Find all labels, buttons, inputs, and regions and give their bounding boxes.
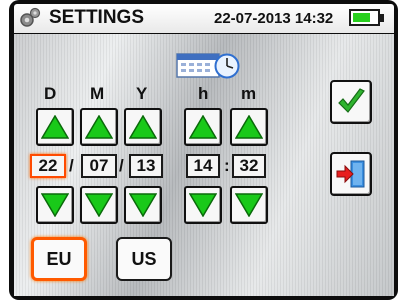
time-separator: : — [224, 156, 230, 175]
header-bar: SETTINGS 22-07-2013 14:32 — [14, 4, 394, 33]
battery-icon — [349, 9, 380, 26]
arrow-down-icon — [85, 193, 113, 217]
hour-down-button[interactable] — [184, 186, 222, 224]
checkmark-icon — [338, 88, 365, 113]
arrow-up-icon — [129, 115, 157, 139]
label-minute: m — [241, 84, 257, 103]
month-value[interactable]: 07 — [81, 154, 117, 178]
minute-up-button[interactable] — [230, 108, 268, 146]
month-down-button[interactable] — [80, 186, 118, 224]
arrow-down-icon — [189, 193, 217, 217]
label-month: M — [90, 84, 105, 103]
exit-button[interactable] — [330, 152, 372, 196]
calendar-clock-icon — [176, 53, 240, 79]
day-down-button[interactable] — [36, 186, 74, 224]
confirm-button[interactable] — [330, 80, 372, 124]
label-day: D — [44, 84, 57, 103]
year-up-button[interactable] — [124, 108, 162, 146]
eu-format-button[interactable]: EU — [31, 237, 87, 281]
minute-down-button[interactable] — [230, 186, 268, 224]
arrow-down-icon — [235, 193, 263, 217]
us-format-button[interactable]: US — [116, 237, 172, 281]
day-value[interactable]: 22 — [30, 154, 66, 178]
arrow-up-icon — [189, 115, 217, 139]
gear-icon — [20, 7, 41, 27]
arrow-up-icon — [235, 115, 263, 139]
arrow-down-icon — [129, 193, 157, 217]
label-year: Y — [136, 84, 148, 103]
current-datetime: 22-07-2013 14:32 — [214, 10, 334, 27]
day-up-button[interactable] — [36, 108, 74, 146]
date-separator: / — [119, 156, 124, 175]
arrow-up-icon — [41, 115, 69, 139]
date-separator: / — [69, 156, 74, 175]
label-hour: h — [198, 84, 209, 103]
hour-value[interactable]: 14 — [186, 154, 220, 178]
page-title: SETTINGS — [49, 7, 145, 28]
year-value[interactable]: 13 — [129, 154, 163, 178]
battery-tip — [380, 14, 384, 22]
minute-value[interactable]: 32 — [232, 154, 266, 178]
year-down-button[interactable] — [124, 186, 162, 224]
hour-up-button[interactable] — [184, 108, 222, 146]
arrow-down-icon — [41, 193, 69, 217]
month-up-button[interactable] — [80, 108, 118, 146]
arrow-up-icon — [85, 115, 113, 139]
battery-level — [353, 13, 371, 22]
exit-icon — [336, 160, 365, 188]
